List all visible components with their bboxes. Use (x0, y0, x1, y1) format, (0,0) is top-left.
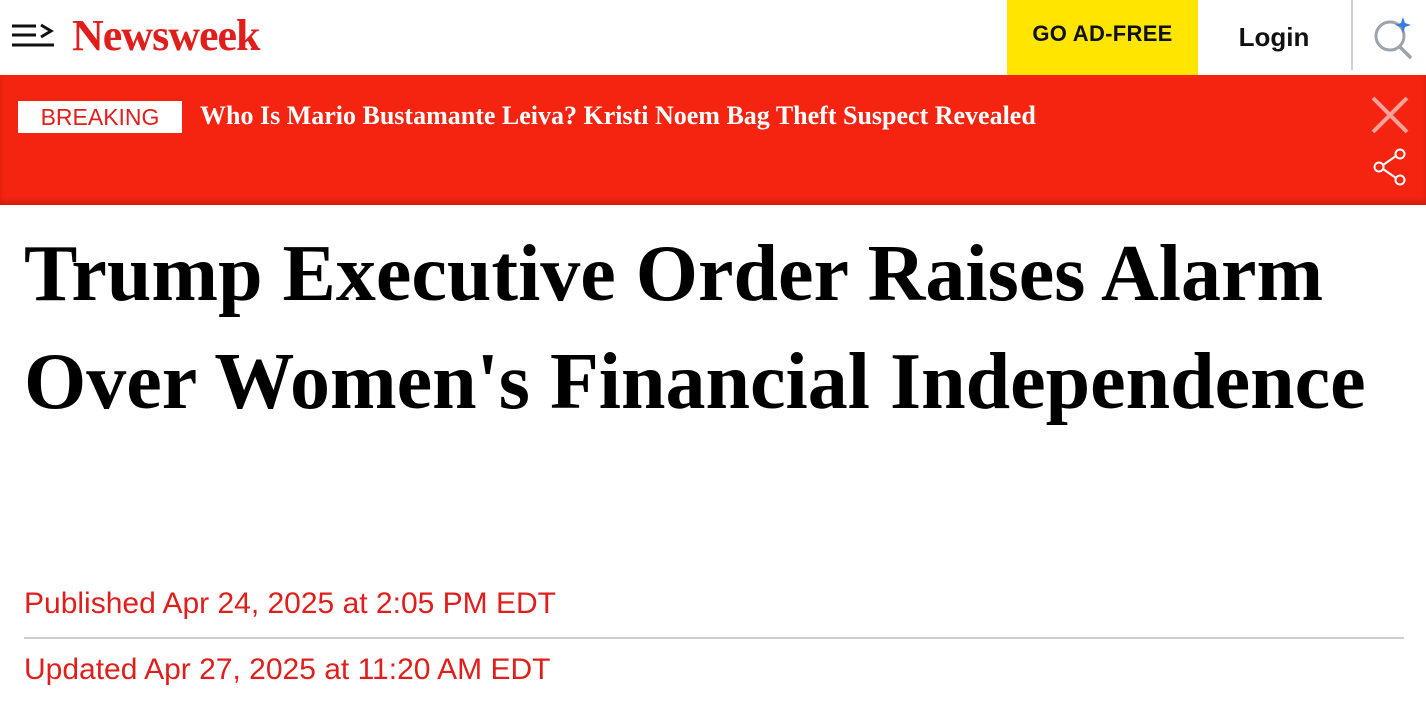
published-date: Published Apr 24, 2025 at 2:05 PM EDT (24, 587, 556, 620)
go-ad-free-button[interactable]: GO AD-FREE (1007, 0, 1198, 75)
login-button[interactable]: Login (1198, 0, 1350, 75)
date-divider (24, 637, 1404, 639)
search-icon[interactable] (1370, 14, 1416, 60)
updated-date: Updated Apr 27, 2025 at 11:20 AM EDT (24, 653, 551, 686)
breaking-badge: BREAKING (18, 101, 182, 133)
menu-icon[interactable] (10, 18, 58, 54)
newsweek-logo[interactable]: Newsweek (72, 8, 261, 64)
article-title: Trump Executive Order Raises Alarm Over … (24, 230, 1366, 426)
header-divider (1351, 0, 1353, 70)
close-icon[interactable] (1370, 95, 1410, 135)
breaking-news-banner: BREAKING Who Is Mario Bustamante Leiva? … (0, 75, 1426, 205)
breaking-headline-link[interactable]: Who Is Mario Bustamante Leiva? Kristi No… (200, 99, 1036, 133)
share-icon[interactable] (1372, 147, 1408, 187)
site-header: Newsweek GO AD-FREE Login (0, 0, 1426, 75)
